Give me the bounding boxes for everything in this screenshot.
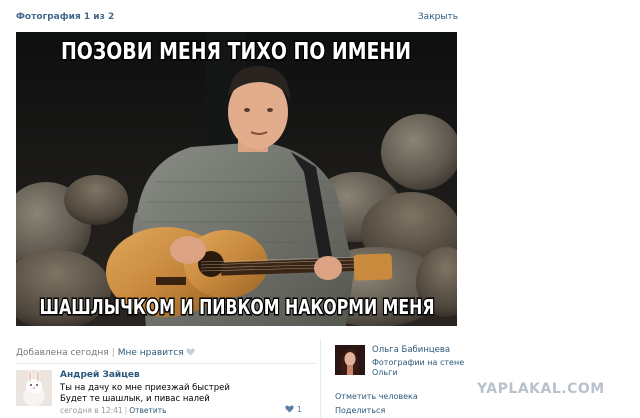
photo-viewer-header: Фотография 1 из 2 Закрыть — [16, 8, 458, 26]
photo-counter: Фотография 1 из 2 — [16, 12, 115, 22]
comment-line: Ты на дачу ко мне приезжай быстрей — [60, 383, 230, 393]
comment-time: сегодня в 12:41 — [60, 406, 123, 415]
sidebar-divider — [320, 340, 321, 418]
comment-like-count: 1 — [296, 405, 302, 414]
owner-avatar[interactable] — [335, 345, 365, 375]
divider — [16, 363, 316, 364]
photo-meta: Добавлена сегодня | Мне нравится — [16, 348, 195, 358]
comment-author[interactable]: Андрей Зайцев — [60, 370, 140, 380]
watermark: YAPLAKAL.COM — [477, 381, 605, 397]
comment-like-button[interactable]: 1 — [285, 405, 302, 414]
comment-meta-separator: | — [124, 406, 128, 415]
album-title[interactable]: Фотографии на стене Ольги — [372, 358, 464, 378]
album-title-line: Фотографии на стене — [372, 358, 465, 367]
meme-image: ПОЗОВИ МЕНЯ ТИХО ПО ИМЕНИ ШАШЛЫЧКОМ И ПИ… — [16, 32, 457, 326]
share-link[interactable]: Поделиться — [335, 406, 385, 415]
meta-separator: | — [111, 348, 115, 358]
comment: Андрей Зайцев Ты на дачу ко мне приезжай… — [16, 368, 302, 415]
owner-name[interactable]: Ольга Бабинцева — [372, 345, 450, 355]
caption-bottom: ШАШЛЫЧКОМ И ПИВКОМ НАКОРМИ МЕНЯ — [40, 295, 435, 319]
like-button[interactable]: Мне нравится — [118, 348, 184, 358]
reply-link[interactable]: Ответить — [129, 406, 166, 415]
caption-top: ПОЗОВИ МЕНЯ ТИХО ПО ИМЕНИ — [61, 39, 411, 65]
close-link[interactable]: Закрыть — [418, 12, 458, 22]
comment-line: Будет те шашлык, и пивас налей — [60, 394, 210, 404]
comment-text: Ты на дачу ко мне приезжай быстрей Будет… — [60, 383, 230, 405]
comment-avatar[interactable] — [16, 370, 52, 406]
heart-icon[interactable] — [185, 348, 195, 356]
heart-icon — [285, 405, 295, 413]
comment-meta: сегодня в 12:41 | Ответить — [60, 406, 167, 415]
album-title-line: Ольги — [372, 368, 398, 377]
added-date: Добавлена сегодня — [16, 348, 109, 358]
mark-person-link[interactable]: Отметить человека — [335, 392, 418, 401]
photo[interactable]: ПОЗОВИ МЕНЯ ТИХО ПО ИМЕНИ ШАШЛЫЧКОМ И ПИ… — [16, 32, 457, 326]
